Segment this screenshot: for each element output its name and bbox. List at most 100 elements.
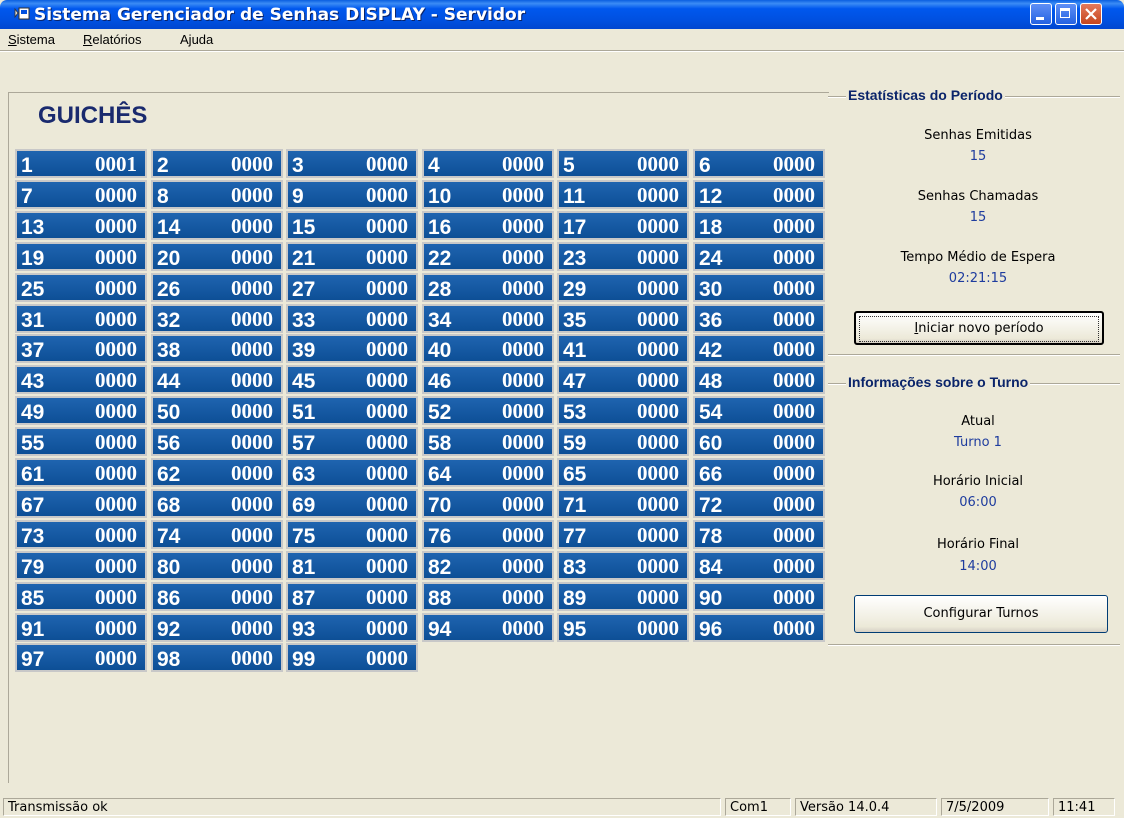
counter-6[interactable]: 6 0000 bbox=[693, 149, 825, 178]
counter-63[interactable]: 63 0000 bbox=[286, 458, 418, 487]
counter-62[interactable]: 62 0000 bbox=[151, 458, 283, 487]
counter-25[interactable]: 25 0000 bbox=[15, 273, 147, 302]
counter-50[interactable]: 50 0000 bbox=[151, 396, 283, 425]
counter-57[interactable]: 57 0000 bbox=[286, 427, 418, 456]
counter-90[interactable]: 90 0000 bbox=[693, 582, 825, 611]
counter-60[interactable]: 60 0000 bbox=[693, 427, 825, 456]
counter-23[interactable]: 23 0000 bbox=[557, 242, 689, 271]
counter-39[interactable]: 39 0000 bbox=[286, 334, 418, 363]
minimize-button[interactable] bbox=[1030, 3, 1052, 25]
counter-29[interactable]: 29 0000 bbox=[557, 273, 689, 302]
counter-87[interactable]: 87 0000 bbox=[286, 582, 418, 611]
counter-98[interactable]: 98 0000 bbox=[151, 643, 283, 672]
counter-17[interactable]: 17 0000 bbox=[557, 211, 689, 240]
counter-49[interactable]: 49 0000 bbox=[15, 396, 147, 425]
counter-77[interactable]: 77 0000 bbox=[557, 520, 689, 549]
counter-3[interactable]: 3 0000 bbox=[286, 149, 418, 178]
counter-68[interactable]: 68 0000 bbox=[151, 489, 283, 518]
counter-85[interactable]: 85 0000 bbox=[15, 582, 147, 611]
counter-51[interactable]: 51 0000 bbox=[286, 396, 418, 425]
app-icon[interactable] bbox=[14, 7, 30, 22]
counter-80[interactable]: 80 0000 bbox=[151, 551, 283, 580]
counter-61[interactable]: 61 0000 bbox=[15, 458, 147, 487]
counter-69[interactable]: 69 0000 bbox=[286, 489, 418, 518]
counter-94[interactable]: 94 0000 bbox=[422, 613, 554, 642]
counter-34[interactable]: 34 0000 bbox=[422, 304, 554, 333]
counter-5[interactable]: 5 0000 bbox=[557, 149, 689, 178]
counter-22[interactable]: 22 0000 bbox=[422, 242, 554, 271]
counter-72[interactable]: 72 0000 bbox=[693, 489, 825, 518]
counter-46[interactable]: 46 0000 bbox=[422, 365, 554, 394]
counter-1[interactable]: 1 0001 bbox=[15, 149, 147, 178]
counter-21[interactable]: 21 0000 bbox=[286, 242, 418, 271]
title-bar[interactable]: Sistema Gerenciador de Senhas DISPLAY - … bbox=[0, 0, 1124, 29]
counter-88[interactable]: 88 0000 bbox=[422, 582, 554, 611]
counter-27[interactable]: 27 0000 bbox=[286, 273, 418, 302]
counter-84[interactable]: 84 0000 bbox=[693, 551, 825, 580]
counter-79[interactable]: 79 0000 bbox=[15, 551, 147, 580]
counter-30[interactable]: 30 0000 bbox=[693, 273, 825, 302]
counter-89[interactable]: 89 0000 bbox=[557, 582, 689, 611]
counter-81[interactable]: 81 0000 bbox=[286, 551, 418, 580]
maximize-button[interactable] bbox=[1055, 3, 1077, 25]
counter-19[interactable]: 19 0000 bbox=[15, 242, 147, 271]
counter-42[interactable]: 42 0000 bbox=[693, 334, 825, 363]
counter-10[interactable]: 10 0000 bbox=[422, 180, 554, 209]
counter-75[interactable]: 75 0000 bbox=[286, 520, 418, 549]
counter-83[interactable]: 83 0000 bbox=[557, 551, 689, 580]
counter-13[interactable]: 13 0000 bbox=[15, 211, 147, 240]
menu-sistema[interactable]: Sistema bbox=[8, 32, 55, 47]
counter-44[interactable]: 44 0000 bbox=[151, 365, 283, 394]
counter-33[interactable]: 33 0000 bbox=[286, 304, 418, 333]
counter-32[interactable]: 32 0000 bbox=[151, 304, 283, 333]
counter-58[interactable]: 58 0000 bbox=[422, 427, 554, 456]
counter-64[interactable]: 64 0000 bbox=[422, 458, 554, 487]
menu-ajuda[interactable]: Ajuda bbox=[180, 32, 213, 47]
counter-91[interactable]: 91 0000 bbox=[15, 613, 147, 642]
counter-96[interactable]: 96 0000 bbox=[693, 613, 825, 642]
counter-9[interactable]: 9 0000 bbox=[286, 180, 418, 209]
counter-78[interactable]: 78 0000 bbox=[693, 520, 825, 549]
new-period-button[interactable]: Iniciar novo período bbox=[854, 311, 1104, 345]
counter-37[interactable]: 37 0000 bbox=[15, 334, 147, 363]
counter-4[interactable]: 4 0000 bbox=[422, 149, 554, 178]
counter-99[interactable]: 99 0000 bbox=[286, 643, 418, 672]
counter-76[interactable]: 76 0000 bbox=[422, 520, 554, 549]
counter-35[interactable]: 35 0000 bbox=[557, 304, 689, 333]
counter-41[interactable]: 41 0000 bbox=[557, 334, 689, 363]
counter-56[interactable]: 56 0000 bbox=[151, 427, 283, 456]
counter-74[interactable]: 74 0000 bbox=[151, 520, 283, 549]
counter-7[interactable]: 7 0000 bbox=[15, 180, 147, 209]
counter-24[interactable]: 24 0000 bbox=[693, 242, 825, 271]
counter-65[interactable]: 65 0000 bbox=[557, 458, 689, 487]
counter-26[interactable]: 26 0000 bbox=[151, 273, 283, 302]
counter-14[interactable]: 14 0000 bbox=[151, 211, 283, 240]
counter-55[interactable]: 55 0000 bbox=[15, 427, 147, 456]
counter-16[interactable]: 16 0000 bbox=[422, 211, 554, 240]
counter-45[interactable]: 45 0000 bbox=[286, 365, 418, 394]
counter-59[interactable]: 59 0000 bbox=[557, 427, 689, 456]
menu-relatorios[interactable]: Relatórios bbox=[83, 32, 142, 47]
counter-18[interactable]: 18 0000 bbox=[693, 211, 825, 240]
counter-43[interactable]: 43 0000 bbox=[15, 365, 147, 394]
counter-53[interactable]: 53 0000 bbox=[557, 396, 689, 425]
counter-93[interactable]: 93 0000 bbox=[286, 613, 418, 642]
counter-52[interactable]: 52 0000 bbox=[422, 396, 554, 425]
counter-11[interactable]: 11 0000 bbox=[557, 180, 689, 209]
counter-40[interactable]: 40 0000 bbox=[422, 334, 554, 363]
counter-70[interactable]: 70 0000 bbox=[422, 489, 554, 518]
counter-71[interactable]: 71 0000 bbox=[557, 489, 689, 518]
counter-12[interactable]: 12 0000 bbox=[693, 180, 825, 209]
counter-28[interactable]: 28 0000 bbox=[422, 273, 554, 302]
counter-8[interactable]: 8 0000 bbox=[151, 180, 283, 209]
counter-95[interactable]: 95 0000 bbox=[557, 613, 689, 642]
counter-20[interactable]: 20 0000 bbox=[151, 242, 283, 271]
counter-38[interactable]: 38 0000 bbox=[151, 334, 283, 363]
counter-15[interactable]: 15 0000 bbox=[286, 211, 418, 240]
counter-36[interactable]: 36 0000 bbox=[693, 304, 825, 333]
counter-92[interactable]: 92 0000 bbox=[151, 613, 283, 642]
counter-2[interactable]: 2 0000 bbox=[151, 149, 283, 178]
counter-86[interactable]: 86 0000 bbox=[151, 582, 283, 611]
counter-48[interactable]: 48 0000 bbox=[693, 365, 825, 394]
counter-47[interactable]: 47 0000 bbox=[557, 365, 689, 394]
